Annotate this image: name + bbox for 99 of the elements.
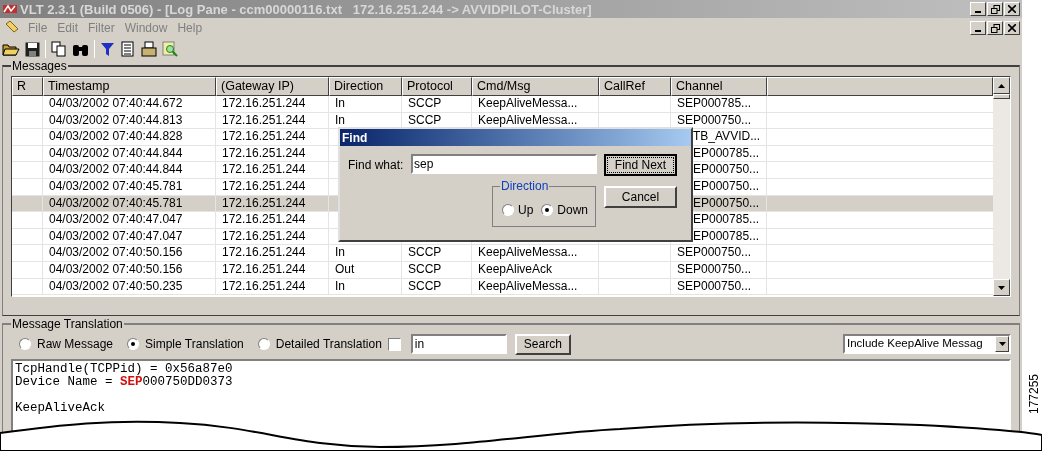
- table-row[interactable]: 04/03/2002 07:40:50.156 172.16.251.244 In SCCP KeepAliveMessa... SEP000750...: [12, 245, 993, 262]
- down-arrow-icon: [998, 285, 1005, 290]
- table-cell: SCCP: [402, 261, 472, 279]
- table-cell: 04/03/2002 07:40:50.235: [43, 278, 216, 296]
- table-cell: 172.16.251.244: [216, 162, 329, 179]
- radio-button[interactable]: [19, 338, 31, 350]
- find-field[interactable]: sep: [411, 154, 597, 174]
- minimize-button[interactable]: [970, 2, 986, 16]
- table-cell: 172.16.251.244: [216, 129, 329, 146]
- table-cell: SEP000750...: [671, 278, 767, 296]
- output-line: KeepAliveAck: [15, 402, 106, 415]
- table-cell: KeepAliveMessa...: [472, 245, 599, 262]
- table-cell: SCCP: [402, 278, 472, 296]
- table-cell: 04/03/2002 07:40:45.781: [43, 195, 216, 213]
- table-cell: 04/03/2002 07:40:45.781: [43, 178, 216, 196]
- table-cell: 04/03/2002 07:40:50.156: [43, 261, 216, 279]
- table-cell: In: [329, 245, 402, 262]
- table-cell: In: [329, 96, 402, 113]
- close-icon: [1008, 5, 1016, 13]
- table-cell: 04/03/2002 07:40:47.047: [43, 228, 216, 246]
- radio-label: Detailed Translation: [275, 338, 382, 350]
- table-cell: KeepAliveMessa...: [472, 96, 599, 113]
- dropdown[interactable]: Include KeepAlive Messag: [843, 334, 1011, 354]
- table-cell: 172.16.251.244: [216, 96, 329, 113]
- table-cell: KeepAliveAck: [472, 261, 599, 279]
- table-cell: 04/03/2002 07:40:44.844: [43, 145, 216, 163]
- filter-icon[interactable]: [100, 41, 115, 57]
- table-cell: 04/03/2002 07:40:47.047: [43, 212, 216, 229]
- radio-button[interactable]: [541, 204, 554, 216]
- copy-icon[interactable]: [51, 41, 67, 57]
- output-line: TcpHandle(TCPPid) = 0x56a87e0: [15, 363, 234, 376]
- find-next-button[interactable]: Find Next: [604, 154, 677, 176]
- column-header[interactable]: CallRef: [599, 77, 671, 96]
- output-line: Device Name = SEP000750DD0373: [15, 376, 234, 389]
- table-cell: SEP000750...: [671, 245, 767, 262]
- table-cell: 172.16.251.244: [216, 228, 329, 246]
- restore-button[interactable]: [987, 2, 1003, 16]
- table-cell: SCCP: [402, 245, 472, 262]
- table-row[interactable]: 04/03/2002 07:40:50.156 172.16.251.244 Out SCCP KeepAliveAck SEP000750...: [12, 261, 993, 279]
- up-arrow-icon: [998, 83, 1005, 88]
- table-cell: 172.16.251.244: [216, 178, 329, 196]
- table-cell: 172.16.251.244: [216, 245, 329, 262]
- table-cell: In: [329, 278, 402, 296]
- table-cell: 172.16.251.244: [216, 112, 329, 130]
- scroll-down-button[interactable]: [993, 279, 1010, 296]
- group-title: Direction: [500, 180, 550, 192]
- table-cell: 04/03/2002 07:40:44.672: [43, 96, 216, 113]
- search-field[interactable]: in: [410, 334, 507, 354]
- radio-button[interactable]: [127, 338, 140, 350]
- search-button[interactable]: Search: [514, 333, 571, 355]
- table-cell: SCCP: [402, 96, 472, 113]
- close-button[interactable]: [1004, 2, 1020, 16]
- column-header[interactable]: Channel: [671, 77, 767, 96]
- open-folder-icon[interactable]: [2, 41, 20, 57]
- group-title: Message Translation: [11, 318, 124, 330]
- app-icon: [2, 3, 18, 15]
- table-cell: 172.16.251.244: [216, 278, 329, 296]
- table-cell: 04/03/2002 07:40:44.828: [43, 129, 216, 146]
- save-icon[interactable]: [25, 41, 40, 57]
- column-header[interactable]: Protocol: [402, 77, 472, 96]
- close-icon: [1008, 24, 1016, 32]
- radio-label: Raw Message: [37, 338, 114, 350]
- group-title: Messages: [11, 60, 68, 72]
- column-header[interactable]: Direction: [329, 77, 402, 96]
- table-cell: 172.16.251.244: [216, 195, 329, 213]
- table-cell: SEP000750...: [671, 261, 767, 279]
- table-cell: 172.16.251.244: [216, 145, 329, 163]
- column-header[interactable]: (Gateway IP): [216, 77, 329, 96]
- radio-button[interactable]: [257, 338, 270, 350]
- table-cell: Out: [329, 261, 402, 279]
- table-cell: 04/03/2002 07:40:50.156: [43, 245, 216, 262]
- radio-button[interactable]: [502, 204, 514, 216]
- scroll-up-button[interactable]: [993, 77, 1010, 94]
- table-row[interactable]: 04/03/2002 07:40:44.672 172.16.251.244 In SCCP KeepAliveMessa... SEP000785...: [12, 96, 993, 113]
- table-row[interactable]: 04/03/2002 07:40:50.235 172.16.251.244 In SCCP KeepAliveMessa... SEP000750...: [12, 278, 993, 296]
- dialog-title: Find: [342, 131, 368, 144]
- scrollbar[interactable]: [993, 77, 1010, 296]
- printer-icon[interactable]: [141, 41, 157, 57]
- checkbox[interactable]: [387, 337, 401, 351]
- close-button[interactable]: [1004, 21, 1020, 35]
- restore-button[interactable]: [987, 21, 1003, 35]
- cancel-button[interactable]: Cancel: [604, 186, 677, 208]
- magnifier-icon[interactable]: [162, 41, 178, 57]
- table-cell: 172.16.251.244: [216, 261, 329, 279]
- table-cell: SEP000785...: [671, 96, 767, 113]
- table-cell: KeepAliveMessa...: [472, 278, 599, 296]
- figure-number: 177255: [1028, 374, 1040, 414]
- column-header[interactable]: R: [12, 77, 43, 96]
- column-header[interactable]: Timestamp: [43, 77, 216, 96]
- scroll-thumb[interactable]: [993, 94, 1010, 99]
- column-header[interactable]: Cmd/Msg: [472, 77, 599, 96]
- minimize-button[interactable]: [970, 21, 986, 35]
- table-cell: 04/03/2002 07:40:44.844: [43, 162, 216, 179]
- table-cell: 172.16.251.244: [216, 212, 329, 229]
- window-title: VLT 2.3.1 (Build 0506) - [Log Pane - ccm00000116.txt 172.16.251.244 -> AVVIDPILOT-Cluster]: [20, 2, 592, 16]
- list-icon[interactable]: [120, 41, 136, 57]
- radio-label: Simple Translation: [145, 338, 244, 350]
- caret-icon: [998, 342, 1006, 346]
- table-cell: 04/03/2002 07:40:44.813: [43, 112, 216, 130]
